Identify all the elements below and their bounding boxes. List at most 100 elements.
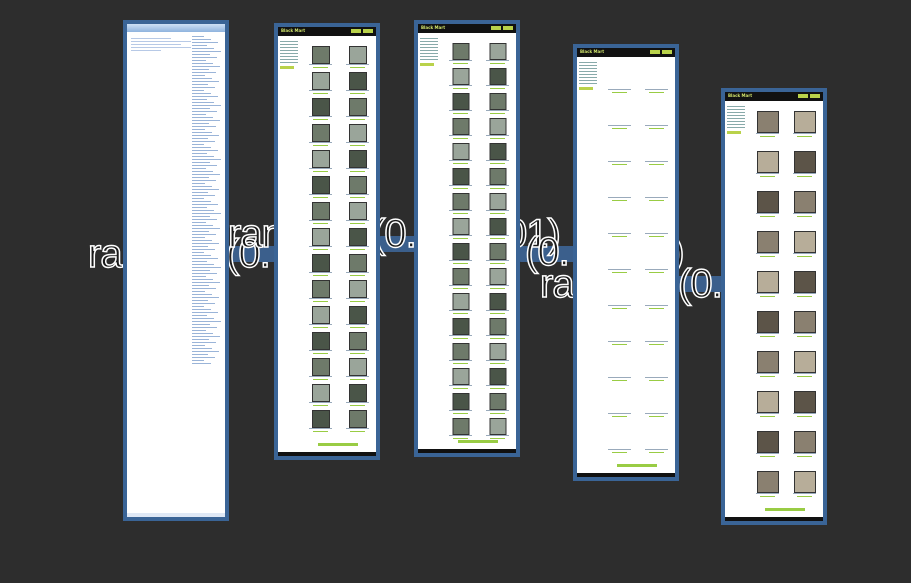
product-item[interactable] (339, 355, 376, 381)
product-item[interactable] (302, 225, 339, 251)
product-item[interactable] (339, 381, 376, 407)
product-item[interactable] (638, 316, 675, 352)
product-item[interactable] (786, 268, 823, 308)
product-item[interactable] (302, 381, 339, 407)
product-item[interactable] (638, 388, 675, 424)
product-item[interactable] (302, 251, 339, 277)
product-item[interactable] (339, 147, 376, 173)
product-item[interactable] (479, 315, 516, 340)
product-item[interactable] (479, 340, 516, 365)
product-item[interactable] (786, 348, 823, 388)
product-item[interactable] (442, 65, 479, 90)
product-item[interactable] (302, 329, 339, 355)
product-item[interactable] (479, 390, 516, 415)
page-node-shop-4[interactable]: Black Mart (721, 88, 827, 525)
product-item[interactable] (786, 468, 823, 508)
product-item[interactable] (479, 215, 516, 240)
product-item[interactable] (479, 65, 516, 90)
product-item[interactable] (442, 90, 479, 115)
product-item[interactable] (638, 100, 675, 136)
product-item[interactable] (601, 316, 638, 352)
product-item[interactable] (601, 136, 638, 172)
product-item[interactable] (786, 108, 823, 148)
product-item[interactable] (339, 121, 376, 147)
product-item[interactable] (442, 140, 479, 165)
product-item[interactable] (302, 69, 339, 95)
product-item[interactable] (302, 407, 339, 433)
product-item[interactable] (339, 95, 376, 121)
product-item[interactable] (302, 199, 339, 225)
product-item[interactable] (339, 225, 376, 251)
product-item[interactable] (339, 329, 376, 355)
product-item[interactable] (749, 388, 786, 428)
pager[interactable] (458, 440, 498, 443)
page-node-shop-2[interactable]: Black Mart (414, 20, 520, 457)
product-item[interactable] (339, 173, 376, 199)
product-item[interactable] (442, 115, 479, 140)
product-item[interactable] (601, 100, 638, 136)
product-item[interactable] (442, 365, 479, 390)
product-item[interactable] (638, 280, 675, 316)
product-item[interactable] (786, 188, 823, 228)
product-item[interactable] (749, 468, 786, 508)
pager[interactable] (765, 508, 805, 511)
product-item[interactable] (302, 147, 339, 173)
product-item[interactable] (302, 355, 339, 381)
product-item[interactable] (786, 228, 823, 268)
product-item[interactable] (302, 121, 339, 147)
product-item[interactable] (638, 208, 675, 244)
product-item[interactable] (749, 188, 786, 228)
product-item[interactable] (786, 148, 823, 188)
product-item[interactable] (479, 165, 516, 190)
product-item[interactable] (479, 415, 516, 440)
product-item[interactable] (302, 277, 339, 303)
product-item[interactable] (339, 303, 376, 329)
product-item[interactable] (638, 352, 675, 388)
product-item[interactable] (302, 303, 339, 329)
page-node-wiki[interactable] (123, 20, 229, 521)
product-item[interactable] (339, 69, 376, 95)
product-item[interactable] (638, 136, 675, 172)
product-item[interactable] (601, 388, 638, 424)
product-item[interactable] (442, 215, 479, 240)
product-item[interactable] (749, 268, 786, 308)
product-item[interactable] (339, 199, 376, 225)
product-item[interactable] (638, 64, 675, 100)
product-item[interactable] (302, 173, 339, 199)
product-item[interactable] (749, 428, 786, 468)
product-item[interactable] (479, 365, 516, 390)
product-item[interactable] (749, 348, 786, 388)
product-item[interactable] (442, 390, 479, 415)
product-item[interactable] (601, 280, 638, 316)
product-item[interactable] (749, 108, 786, 148)
product-item[interactable] (442, 415, 479, 440)
product-item[interactable] (442, 190, 479, 215)
product-item[interactable] (302, 95, 339, 121)
product-item[interactable] (638, 244, 675, 280)
product-item[interactable] (601, 208, 638, 244)
product-item[interactable] (339, 251, 376, 277)
product-item[interactable] (479, 265, 516, 290)
product-item[interactable] (786, 428, 823, 468)
product-item[interactable] (601, 352, 638, 388)
product-item[interactable] (479, 115, 516, 140)
product-item[interactable] (479, 90, 516, 115)
product-item[interactable] (442, 340, 479, 365)
product-item[interactable] (339, 277, 376, 303)
product-item[interactable] (339, 407, 376, 433)
product-item[interactable] (749, 148, 786, 188)
product-item[interactable] (302, 43, 339, 69)
product-item[interactable] (601, 424, 638, 460)
product-item[interactable] (601, 244, 638, 280)
product-item[interactable] (479, 240, 516, 265)
pager[interactable] (617, 464, 657, 467)
product-item[interactable] (442, 265, 479, 290)
pager[interactable] (318, 443, 358, 446)
product-item[interactable] (479, 40, 516, 65)
product-item[interactable] (442, 40, 479, 65)
product-item[interactable] (786, 388, 823, 428)
product-item[interactable] (479, 190, 516, 215)
page-node-shop-3[interactable]: Black Mart (573, 44, 679, 481)
product-item[interactable] (601, 64, 638, 100)
product-item[interactable] (749, 228, 786, 268)
